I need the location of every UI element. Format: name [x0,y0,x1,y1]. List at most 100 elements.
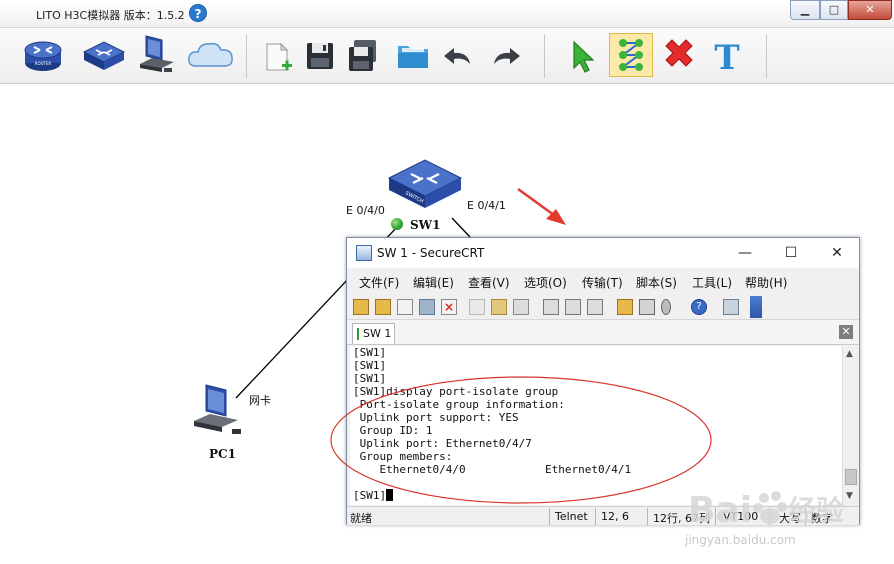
delete-tool-button[interactable] [658,34,700,76]
save-button[interactable] [300,34,342,76]
menu-edit[interactable]: 编辑(E) [413,274,454,291]
securecrt-app-icon [356,245,372,261]
status-separator [595,508,596,525]
router-icon: ROUTER [24,41,62,71]
open-button[interactable] [392,34,434,76]
keymap-icon[interactable] [723,299,739,315]
baidu-watermark: Bai 经验 [688,490,844,531]
status-ready: 就绪 [350,512,372,525]
terminal-scrollbar[interactable]: ▲ ▼ [842,346,859,505]
watermark-brand-2: 经验 [788,494,844,527]
help-icon[interactable]: ? [189,4,207,22]
close-button[interactable]: ✕ [848,0,892,20]
undo-button[interactable] [438,34,480,76]
text-tool-glyph: T [714,38,739,76]
link-sw1-e041[interactable] [451,217,471,238]
paw-icon [753,491,787,524]
help-icon[interactable]: ? [691,299,707,315]
main-toolbar: ROUTER T [0,28,894,84]
session-tab-sw1[interactable]: SW 1 [352,323,395,344]
status-separator [549,508,550,525]
connect-tool-button[interactable] [609,33,653,77]
terminal-prompt-line: [SW1] [353,489,394,502]
connect-tab-icon[interactable] [397,299,413,315]
terminal-line: [SW1] [353,346,387,359]
crt-maximize-button[interactable]: ☐ [779,242,803,264]
menu-file[interactable]: 文件(F) [359,274,399,291]
add-router-button[interactable]: ROUTER [22,34,64,76]
cloud-icon [188,42,233,67]
pc-icon [194,384,241,434]
print-screen-icon[interactable] [565,299,581,315]
reconnect-icon[interactable] [419,299,435,315]
scroll-up-icon[interactable]: ▲ [846,349,853,359]
menu-view[interactable]: 查看(V) [468,274,510,291]
copy-icon[interactable] [469,299,485,315]
key-icon[interactable] [661,299,671,315]
new-file-button[interactable] [258,34,300,76]
connect-icon [619,39,643,71]
crt-close-button[interactable]: ✕ [825,242,849,264]
select-tool-button[interactable] [562,34,604,76]
securecrt-window[interactable]: SW 1 - SecureCRT — ☐ ✕ 文件(F) 编辑(E) 查看(V)… [346,237,860,525]
toolbar-overflow-icon[interactable] [750,296,762,318]
toolbar-separator [246,34,247,78]
redo-button[interactable] [484,34,526,76]
print-icon[interactable] [543,299,559,315]
text-tool-button[interactable]: T [706,34,748,78]
connect-icon[interactable] [353,299,369,315]
add-pc-button[interactable] [136,34,178,76]
maximize-button[interactable]: □ [820,0,848,20]
switch-name-label: SW1 [410,218,441,232]
menu-tools[interactable]: 工具(L) [692,274,732,291]
watermark-brand: Bai [688,490,752,531]
tab-close-icon[interactable]: ✕ [839,325,853,339]
crt-minimize-button[interactable]: — [733,242,757,264]
printer-icon[interactable] [587,299,603,315]
simulator-app: LITO H3C模拟器 版本：1.5.2 ? ▁ □ ✕ ROUTER T SW… [0,0,894,564]
link-status-led [391,218,403,230]
pc-link-label: 网卡 [249,394,271,407]
terminal-line: Port-isolate group information: [353,398,565,411]
terminal-line: [SW1]display port-isolate group [353,385,559,398]
app-title: LITO H3C模拟器 版本：1.5.2 [36,9,185,22]
paste-icon[interactable] [491,299,507,315]
global-options-icon[interactable] [639,299,655,315]
disconnect-icon[interactable]: × [441,299,457,315]
scrollbar-thumb[interactable] [845,469,857,485]
terminal-output[interactable]: [SW1] [SW1] [SW1] [SW1]display port-isol… [350,346,842,505]
terminal-line: Uplink port support: YES [353,411,519,424]
menu-script[interactable]: 脚本(S) [636,274,677,291]
toolbar-separator [544,34,545,78]
terminal-line: [SW1] [353,359,387,372]
svg-text:ROUTER: ROUTER [35,61,52,66]
crt-titlebar[interactable]: SW 1 - SecureCRT — ☐ ✕ [347,238,859,268]
terminal-line: Uplink port: Ethernet0/4/7 [353,437,532,450]
quick-connect-icon[interactable] [375,299,391,315]
text-tool-icon: T [714,38,739,78]
toolbar-separator [766,34,767,78]
save-as-button[interactable] [344,34,386,76]
add-cloud-button[interactable] [186,34,236,76]
terminal-prompt: [SW1] [353,489,387,502]
add-switch-button[interactable] [80,34,126,76]
crt-toolbar: × ? [347,294,859,320]
switch-sw1[interactable]: SWITCH [385,156,465,212]
pc-pc1[interactable] [192,383,244,443]
tab-status-marker [357,328,359,340]
status-separator [647,508,648,525]
menu-transfer[interactable]: 传输(T) [582,274,623,291]
port-label-left: E 0/4/0 [346,204,385,217]
pc-name-label: PC1 [209,447,236,461]
save-as-icon [349,40,376,71]
menu-options[interactable]: 选项(O) [524,274,567,291]
menu-help[interactable]: 帮助(H) [745,274,787,291]
new-file-icon [266,42,292,71]
find-icon[interactable] [513,299,529,315]
main-titlebar: LITO H3C模拟器 版本：1.5.2 ? ▁ □ ✕ [0,0,894,28]
delete-icon [665,39,693,67]
session-options-icon[interactable] [617,299,633,315]
terminal-line: Group ID: 1 [353,424,433,437]
minimize-button[interactable]: ▁ [790,0,820,20]
switch-icon: SWITCH [387,159,463,208]
